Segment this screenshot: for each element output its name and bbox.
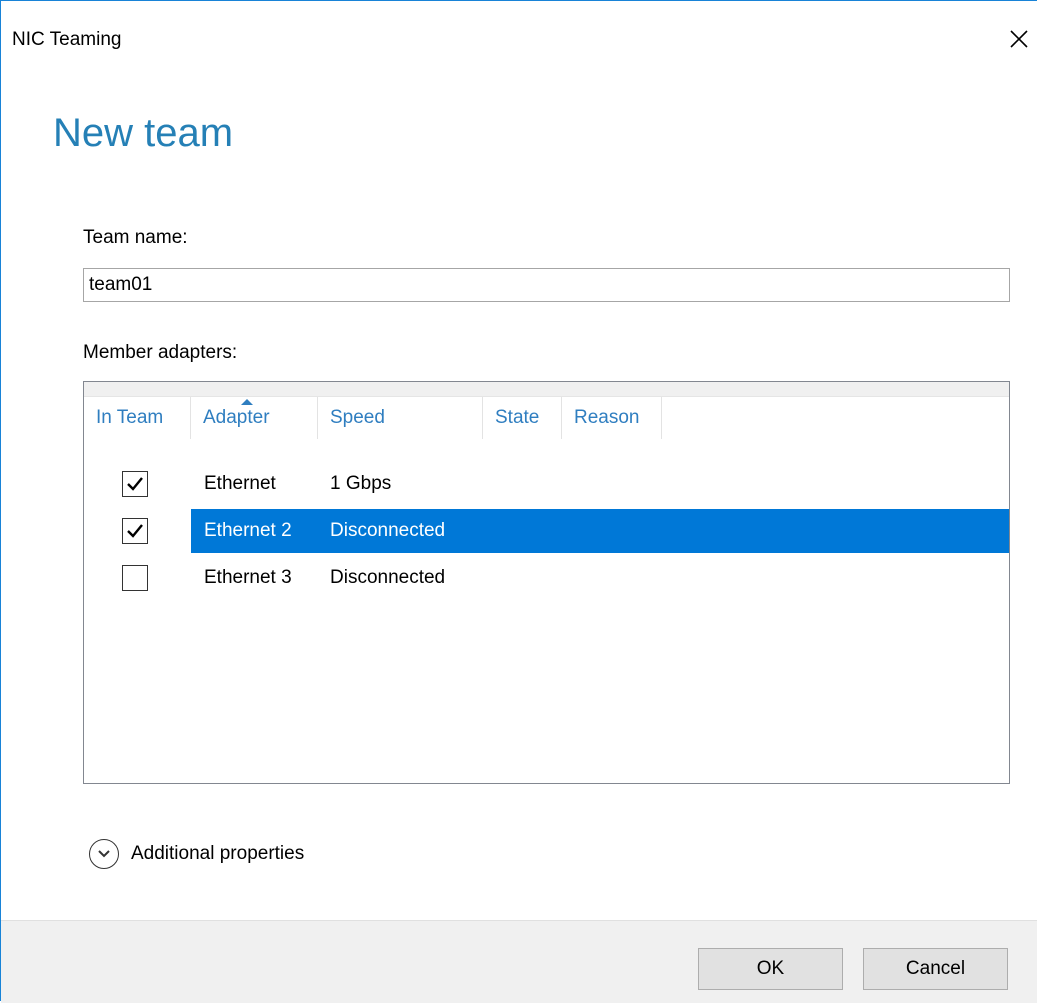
table-row[interactable]: Ethernet 1 Gbps (84, 462, 1009, 506)
additional-properties-label: Additional properties (131, 843, 305, 864)
column-header-adapter[interactable]: Adapter (191, 397, 318, 439)
in-team-checkbox[interactable] (122, 471, 148, 497)
additional-properties-toggle[interactable]: Additional properties (89, 837, 304, 871)
column-header-reason[interactable]: Reason (562, 397, 662, 439)
speed-cell: Disconnected (330, 567, 446, 588)
ok-button[interactable]: OK (698, 948, 843, 990)
column-header-label: Adapter (203, 407, 270, 428)
close-icon (1010, 30, 1028, 48)
column-header-label: Reason (574, 407, 640, 428)
page-title: New team (53, 111, 234, 155)
checkmark-icon (127, 477, 143, 491)
member-adapters-list[interactable]: In Team Adapter Speed State Reason Ether… (83, 381, 1010, 784)
column-header-label: Speed (330, 407, 385, 428)
checkmark-icon (127, 524, 143, 538)
team-name-label: Team name: (83, 227, 188, 248)
list-header-strip (84, 382, 1009, 397)
in-team-checkbox[interactable] (122, 518, 148, 544)
table-row[interactable]: Ethernet 2 Disconnected (84, 509, 1009, 553)
adapter-cell: Ethernet 3 (204, 567, 292, 588)
speed-cell: Disconnected (330, 520, 446, 541)
sort-ascending-icon (241, 399, 253, 405)
speed-cell: 1 Gbps (330, 473, 392, 494)
column-header-label: State (495, 407, 540, 428)
list-header: In Team Adapter Speed State Reason (84, 397, 1009, 439)
cancel-button[interactable]: Cancel (863, 948, 1008, 990)
window-title: NIC Teaming (12, 29, 122, 50)
row-selection-highlight (191, 509, 1009, 553)
close-button[interactable] (1001, 21, 1037, 57)
nic-teaming-dialog: NIC Teaming New team Team name: Member a… (0, 0, 1037, 1003)
chevron-down-circle-icon (89, 839, 119, 869)
dialog-footer: OK Cancel (1, 920, 1037, 1003)
column-header-state[interactable]: State (483, 397, 562, 439)
in-team-checkbox[interactable] (122, 565, 148, 591)
table-row[interactable]: Ethernet 3 Disconnected (84, 556, 1009, 600)
member-adapters-label: Member adapters: (83, 342, 238, 363)
column-header-speed[interactable]: Speed (318, 397, 483, 439)
adapter-cell: Ethernet 2 (204, 520, 292, 541)
column-header-label: In Team (96, 407, 164, 428)
title-bar: NIC Teaming (1, 1, 1037, 49)
adapter-cell: Ethernet (204, 473, 276, 494)
column-header-in-team[interactable]: In Team (84, 397, 191, 439)
team-name-input[interactable] (83, 268, 1010, 302)
